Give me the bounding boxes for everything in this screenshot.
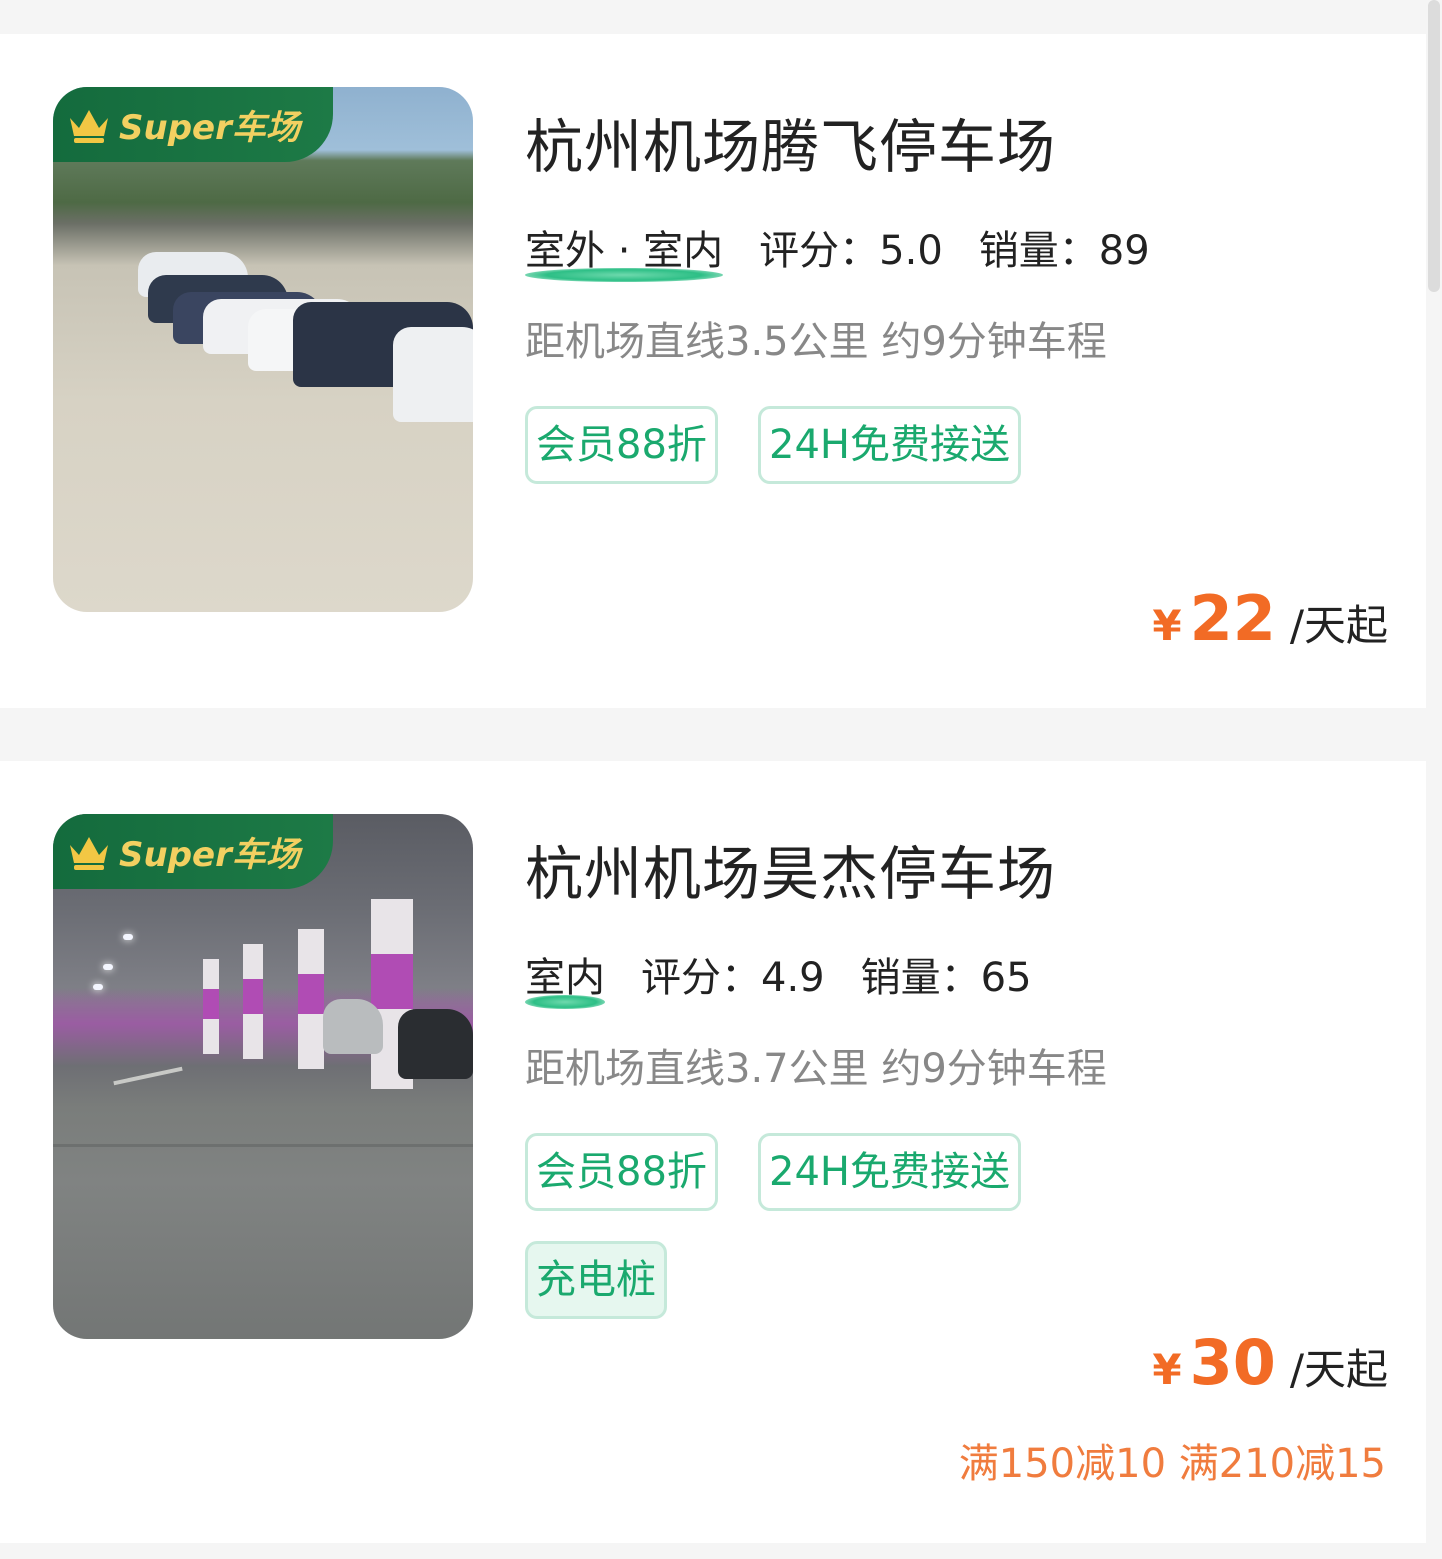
environment-label: 室外 · 室内 bbox=[525, 218, 724, 282]
badge-label: Super车场 bbox=[119, 835, 300, 875]
tag-charging-pile: 充电桩 bbox=[525, 1241, 667, 1319]
tag-member-discount: 会员88折 bbox=[525, 1133, 718, 1211]
price-amount: 30 bbox=[1189, 1326, 1276, 1399]
price-display: ¥ 30 /天起 bbox=[1152, 1326, 1388, 1399]
currency-symbol: ¥ bbox=[1152, 1345, 1182, 1394]
scrollbar[interactable] bbox=[1428, 0, 1440, 292]
price-display: ¥ 22 /天起 bbox=[1152, 582, 1388, 655]
parking-lot-photo[interactable]: Super车场 bbox=[53, 814, 473, 1339]
tag-free-shuttle: 24H免费接送 bbox=[758, 406, 1021, 484]
parking-lot-meta: 室外 · 室内 评分：5.0 销量：89 bbox=[525, 222, 1150, 282]
environment-label: 室内 bbox=[525, 945, 605, 1009]
distance-label: 距机场直线3.5公里 约9分钟车程 bbox=[525, 319, 1107, 365]
price-unit: /天起 bbox=[1289, 1345, 1388, 1394]
crown-icon bbox=[70, 836, 108, 870]
rating-label: 评分：5.0 bbox=[759, 228, 943, 274]
super-lot-badge: Super车场 bbox=[53, 87, 333, 162]
parking-lot-title[interactable]: 杭州机场昊杰停车场 bbox=[525, 827, 1056, 911]
rating-label: 评分：4.9 bbox=[641, 955, 825, 1001]
super-lot-badge: Super车场 bbox=[53, 814, 333, 889]
currency-symbol: ¥ bbox=[1152, 601, 1182, 650]
promo-label: 满150减10 满210减15 bbox=[958, 1441, 1386, 1487]
price-amount: 22 bbox=[1189, 582, 1276, 655]
sales-label: 销量：65 bbox=[860, 955, 1032, 1001]
indoor-parking-photo bbox=[53, 814, 473, 1339]
price-unit: /天起 bbox=[1289, 601, 1388, 650]
tag-member-discount: 会员88折 bbox=[525, 406, 718, 484]
sales-label: 销量：89 bbox=[978, 228, 1150, 274]
tag-free-shuttle: 24H免费接送 bbox=[758, 1133, 1021, 1211]
parking-lot-photo[interactable]: Super车场 bbox=[53, 87, 473, 612]
distance-label: 距机场直线3.7公里 约9分钟车程 bbox=[525, 1046, 1107, 1092]
crown-icon bbox=[70, 109, 108, 143]
parking-lot-title[interactable]: 杭州机场腾飞停车场 bbox=[525, 100, 1056, 184]
parking-lot-list: Super车场 杭州机场腾飞停车场 室外 · 室内 评分：5.0 销量：89 距… bbox=[0, 0, 1442, 1559]
parking-lot-meta: 室内 评分：4.9 销量：65 bbox=[525, 949, 1032, 1009]
outdoor-parking-photo bbox=[53, 87, 473, 612]
badge-label: Super车场 bbox=[119, 108, 300, 148]
parking-lot-card[interactable]: Super车场 杭州机场腾飞停车场 室外 · 室内 评分：5.0 销量：89 距… bbox=[0, 34, 1426, 708]
parking-lot-card[interactable]: Super车场 杭州机场昊杰停车场 室内 评分：4.9 销量：65 距机场直线3… bbox=[0, 761, 1426, 1543]
